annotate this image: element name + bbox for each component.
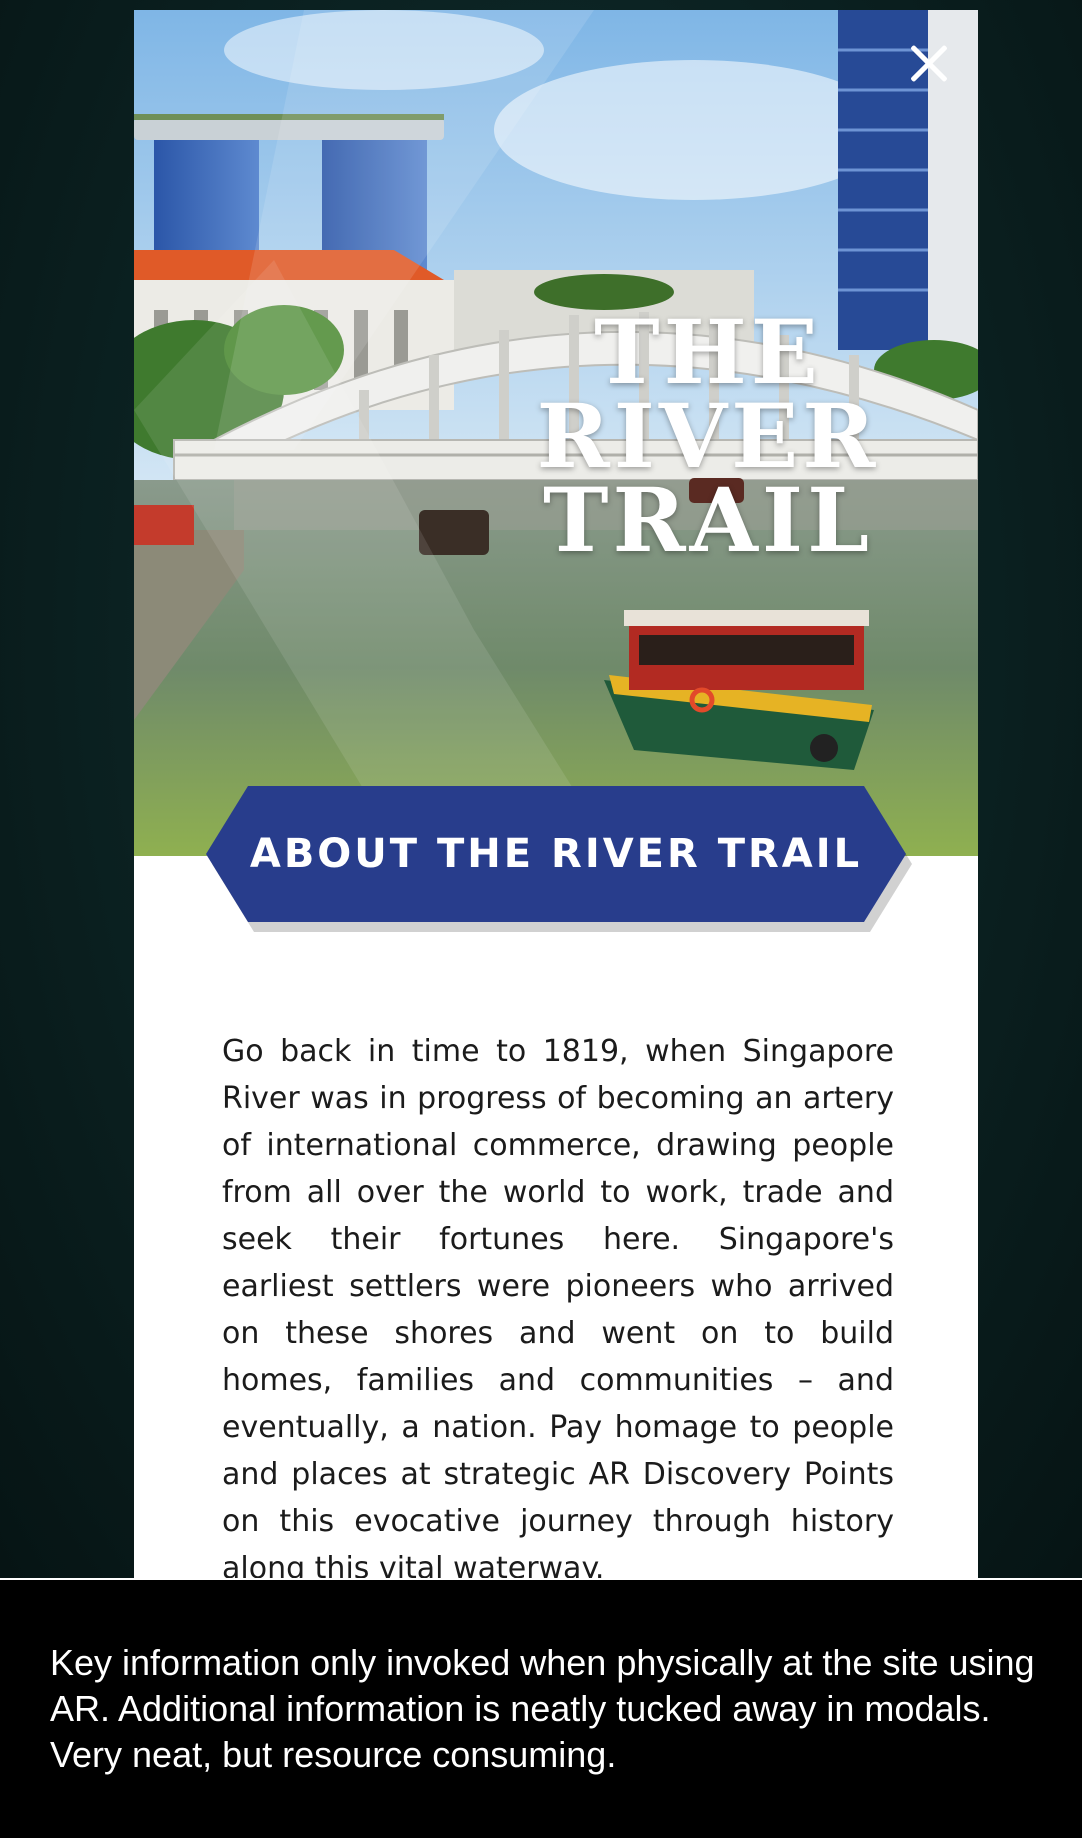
hero-title-line: RIVER — [536, 384, 880, 488]
about-modal: THE RIVER TRAIL ABOUT THE RIVER TRAIL Go… — [134, 10, 978, 1578]
close-icon[interactable] — [902, 36, 956, 90]
caption-text: Key information only invoked when physic… — [50, 1642, 1035, 1775]
hero-title-line: THE — [594, 300, 822, 404]
section-heading: ABOUT THE RIVER TRAIL — [249, 831, 863, 877]
hero-title-line: TRAIL — [543, 468, 873, 572]
caption-divider — [0, 1578, 1082, 1580]
about-description: Go back in time to 1819, when Singapore … — [222, 1034, 894, 1578]
hero-title: THE RIVER TRAIL — [498, 300, 918, 572]
hero-image: THE RIVER TRAIL — [134, 10, 978, 856]
section-banner: ABOUT THE RIVER TRAIL — [206, 786, 906, 922]
